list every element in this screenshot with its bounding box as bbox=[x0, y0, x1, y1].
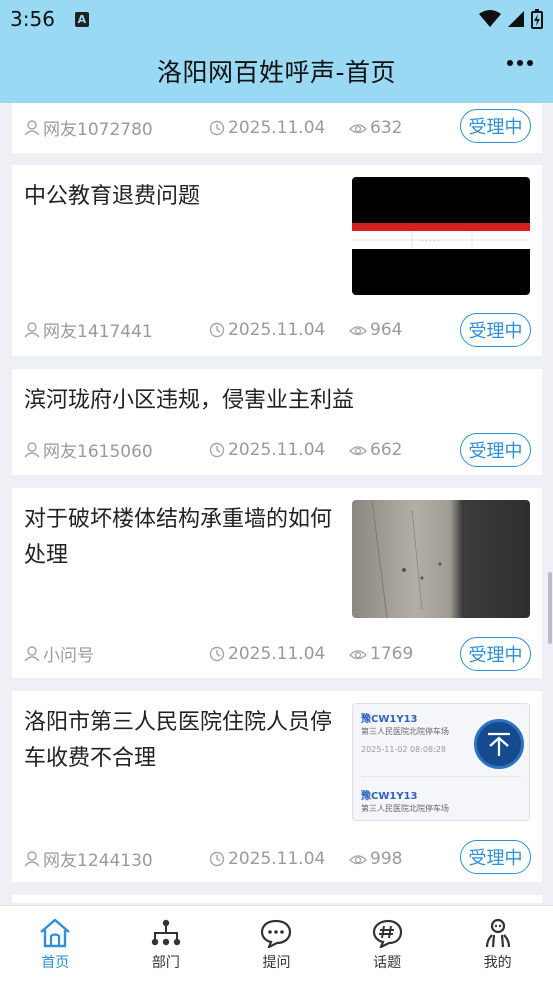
post-title: 洛阳市第三人民医院住院人员停 车收费不合理 bbox=[24, 710, 333, 771]
tab-label: 首页 bbox=[41, 955, 70, 971]
post-card[interactable]: 洛阳市第三人民医院住院人员停 车收费不合理 豫CW1Y13 第三人民医院北院停车… bbox=[12, 691, 542, 882]
post-author: 网友1417441 bbox=[43, 322, 153, 342]
image-place: 第三人民医院北院停车场 bbox=[361, 804, 449, 813]
post-card[interactable]: 滨河珑府小区违规，侵害业主利益 网友1615060 2025.11.04 662… bbox=[12, 369, 542, 475]
battery-icon bbox=[531, 9, 543, 29]
tab-departments[interactable]: 部门 bbox=[111, 906, 222, 983]
wifi-icon bbox=[479, 10, 501, 27]
tab-label: 我的 bbox=[483, 955, 512, 971]
post-card[interactable]: 网友1072780 2025.11.04 632 受理中 bbox=[12, 103, 542, 153]
tab-topics[interactable]: 话题 bbox=[332, 906, 443, 983]
status-badge[interactable]: 受理中 bbox=[460, 433, 531, 467]
status-time: 3:56 bbox=[10, 7, 55, 31]
clock-icon bbox=[209, 646, 225, 661]
post-views: 1769 bbox=[370, 643, 414, 664]
back-to-top-button[interactable] bbox=[474, 719, 524, 769]
spreadsheet-thumbnail: · · · · · bbox=[352, 223, 530, 249]
user-icon bbox=[24, 441, 40, 457]
post-image: · · · · · bbox=[352, 177, 530, 295]
tab-mine[interactable]: 我的 bbox=[442, 906, 553, 983]
app-header: 洛阳网百姓呼声-首页 bbox=[0, 38, 553, 103]
user-icon bbox=[24, 645, 40, 661]
eye-icon bbox=[349, 325, 367, 335]
status-badge[interactable]: 受理中 bbox=[460, 840, 531, 874]
eye-icon bbox=[349, 649, 367, 659]
user-icon bbox=[24, 850, 40, 866]
post-date: 2025.11.04 bbox=[228, 319, 326, 340]
arrow-up-icon bbox=[488, 732, 510, 756]
eye-icon bbox=[349, 854, 367, 864]
signal-icon bbox=[508, 11, 524, 27]
clock-icon bbox=[209, 322, 225, 337]
status-badge[interactable]: 受理中 bbox=[460, 109, 531, 143]
post-views: 632 bbox=[370, 117, 403, 138]
image-plate: 豫CW1Y13 bbox=[361, 791, 418, 802]
post-title: 对于破坏楼体结构承重墙的如何 处理 bbox=[24, 507, 333, 568]
post-card[interactable] bbox=[12, 895, 542, 903]
svg-text:· · · · ·: · · · · · bbox=[422, 238, 439, 245]
clock-icon bbox=[209, 851, 225, 866]
post-title: 滨河珑府小区违规，侵害业主利益 bbox=[24, 388, 355, 413]
tab-home[interactable]: 首页 bbox=[0, 906, 111, 983]
post-card[interactable]: 中公教育退费问题 · · · · · 网友1417441 2025.11.04 bbox=[12, 165, 542, 356]
post-card[interactable]: 对于破坏楼体结构承重墙的如何 处理 小问号 2025.11.04 1769 受理… bbox=[12, 488, 542, 678]
status-badge[interactable]: 受理中 bbox=[460, 313, 531, 347]
post-author: 小问号 bbox=[43, 646, 94, 666]
home-icon bbox=[40, 918, 71, 948]
tab-ask[interactable]: 提问 bbox=[221, 906, 332, 983]
eye-icon bbox=[349, 445, 367, 455]
post-author: 网友1244130 bbox=[43, 851, 153, 871]
hashtag-bubble-icon bbox=[372, 919, 403, 948]
status-badge[interactable]: 受理中 bbox=[460, 637, 531, 671]
user-icon bbox=[24, 119, 40, 135]
post-date: 2025.11.04 bbox=[228, 117, 326, 138]
post-views: 964 bbox=[370, 319, 403, 340]
eye-icon bbox=[349, 123, 367, 133]
post-author: 网友1072780 bbox=[43, 120, 153, 140]
scrollbar[interactable] bbox=[548, 572, 552, 644]
bottom-tab-bar: 首页 部门 提问 话题 我的 bbox=[0, 905, 553, 983]
post-author: 网友1615060 bbox=[43, 442, 153, 462]
post-views: 998 bbox=[370, 848, 403, 869]
post-image bbox=[352, 500, 530, 618]
more-dots-icon[interactable] bbox=[507, 60, 533, 66]
clock-icon bbox=[209, 120, 225, 135]
org-chart-icon bbox=[151, 919, 181, 946]
post-title: 中公教育退费问题 bbox=[24, 184, 201, 209]
user-icon bbox=[24, 321, 40, 337]
post-date: 2025.11.04 bbox=[228, 439, 326, 460]
post-date: 2025.11.04 bbox=[228, 848, 326, 869]
clock-icon bbox=[209, 442, 225, 457]
notification-icon: A bbox=[74, 11, 89, 27]
post-views: 662 bbox=[370, 439, 403, 460]
tab-label: 提问 bbox=[262, 955, 291, 971]
tab-label: 话题 bbox=[373, 955, 402, 971]
status-bar: 3:56 A bbox=[0, 0, 553, 38]
page-title: 洛阳网百姓呼声-首页 bbox=[156, 57, 397, 87]
post-feed[interactable]: 网友1072780 2025.11.04 632 受理中 中公教育退费问题 · … bbox=[0, 103, 553, 903]
wall-photo-thumbnail bbox=[371, 500, 442, 618]
chat-bubble-icon bbox=[261, 919, 292, 948]
person-icon bbox=[485, 918, 510, 948]
tab-label: 部门 bbox=[151, 955, 180, 971]
post-date: 2025.11.04 bbox=[228, 643, 326, 664]
